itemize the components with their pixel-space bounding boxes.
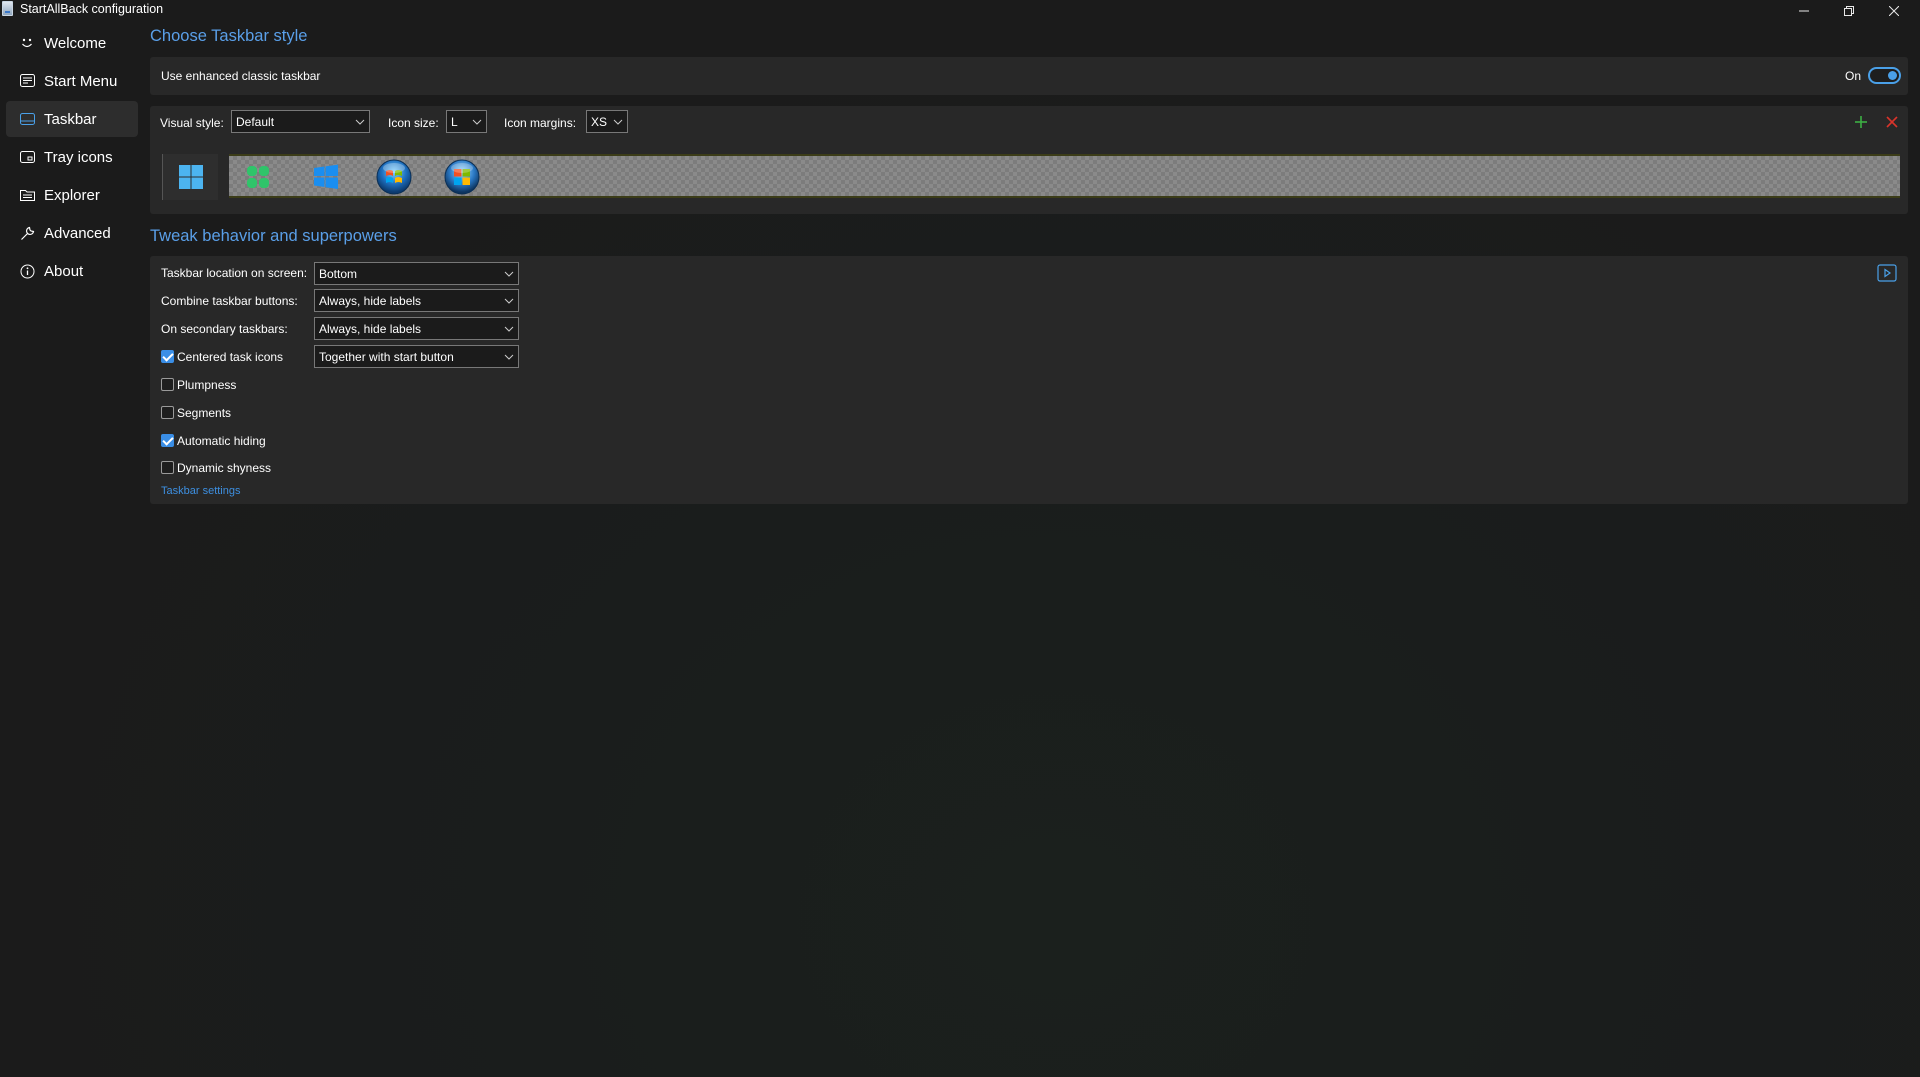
icon-margins-label: Icon margins: [504, 116, 577, 130]
style-option-clover[interactable] [230, 154, 286, 200]
segments-checkbox[interactable] [161, 406, 174, 419]
sidebar-item-label: Explorer [44, 186, 100, 204]
enhanced-taskbar-label: Use enhanced classic taskbar [161, 69, 321, 83]
icon-size-select[interactable]: L [446, 110, 487, 133]
visual-style-value: Default [236, 115, 275, 129]
centered-icons-checkbox[interactable] [161, 350, 174, 363]
vista-orb-icon [444, 159, 480, 195]
smile-icon [19, 35, 35, 51]
minimize-button[interactable] [1781, 0, 1827, 22]
enhanced-taskbar-card: Use enhanced classic taskbar On [150, 57, 1908, 95]
icon-margins-value: XS [591, 115, 608, 129]
chevron-down-icon [504, 326, 514, 332]
sidebar-item-label: Tray icons [44, 148, 113, 166]
plumpness-checkbox[interactable] [161, 378, 174, 391]
sidebar-item-label: Welcome [44, 34, 107, 52]
wrench-icon [19, 225, 35, 241]
sidebar-item-about[interactable]: About [6, 253, 138, 289]
toggle-state-label: On [1845, 69, 1862, 83]
taskbar-settings-link[interactable]: Taskbar settings [161, 485, 240, 497]
enhanced-taskbar-toggle[interactable] [1868, 67, 1901, 84]
segments-label: Segments [177, 406, 232, 420]
clover-logo-icon [247, 166, 269, 188]
centered-icons-label: Centered task icons [177, 350, 284, 364]
sidebar-item-label: Taskbar [44, 110, 97, 128]
start-menu-icon [19, 73, 35, 89]
app-window: StartAllBack configuration Welcome Start… [0, 0, 1920, 1077]
centered-icons-select[interactable]: Together with start button [314, 345, 519, 368]
close-button[interactable] [1871, 0, 1917, 22]
app-icon [2, 1, 13, 16]
icon-size-value: L [451, 115, 458, 129]
secondary-taskbars-select[interactable]: Always, hide labels [314, 317, 519, 340]
window-title: StartAllBack configuration [20, 2, 164, 16]
style-option-windows11[interactable] [162, 154, 218, 200]
sidebar-item-label: About [44, 262, 84, 280]
taskbar-style-preview [162, 148, 1900, 204]
close-icon [1889, 6, 1899, 16]
restore-icon [1844, 6, 1854, 16]
combine-buttons-label: Combine taskbar buttons: [161, 294, 298, 308]
chevron-down-icon [504, 271, 514, 277]
plumpness-label: Plumpness [177, 378, 237, 392]
chevron-down-icon [613, 119, 623, 125]
remove-icon[interactable] [1884, 114, 1900, 130]
section-title-taskbar-style: Choose Taskbar style [150, 27, 308, 45]
explorer-icon [19, 187, 35, 203]
windows7-orb-icon [376, 159, 412, 195]
visual-style-select[interactable]: Default [231, 110, 370, 133]
taskbar-location-select[interactable]: Bottom [314, 262, 519, 285]
style-option-windows7[interactable] [366, 154, 422, 200]
sidebar: Welcome Start Menu Taskbar Tray icons Ex… [6, 25, 138, 291]
chevron-down-icon [504, 354, 514, 360]
sidebar-item-taskbar[interactable]: Taskbar [6, 101, 138, 137]
icon-margins-select[interactable]: XS [586, 110, 628, 133]
section-title-tweaks: Tweak behavior and superpowers [150, 227, 397, 245]
taskbar-location-value: Bottom [319, 267, 358, 281]
style-option-vista[interactable] [434, 154, 490, 200]
title-bar: StartAllBack configuration [0, 0, 1920, 20]
icon-size-label: Icon size: [388, 116, 439, 130]
sidebar-item-label: Advanced [44, 224, 111, 242]
chevron-down-icon [472, 119, 482, 125]
visual-style-label: Visual style: [160, 116, 224, 130]
centered-icons-value: Together with start button [319, 350, 454, 364]
taskbar-icon [19, 111, 35, 127]
dynamic-shyness-checkbox[interactable] [161, 461, 174, 474]
automatic-hiding-checkbox[interactable] [161, 434, 174, 447]
add-icon[interactable] [1853, 114, 1869, 130]
automatic-hiding-label: Automatic hiding [177, 434, 266, 448]
tweaks-card: Taskbar location on screen: Bottom Combi… [150, 256, 1908, 504]
sidebar-item-welcome[interactable]: Welcome [6, 25, 138, 61]
combine-buttons-select[interactable]: Always, hide labels [314, 289, 519, 312]
sidebar-item-advanced[interactable]: Advanced [6, 215, 138, 251]
windows11-logo-icon [178, 165, 203, 189]
sidebar-item-start-menu[interactable]: Start Menu [6, 63, 138, 99]
chevron-down-icon [355, 119, 365, 125]
sidebar-item-tray-icons[interactable]: Tray icons [6, 139, 138, 175]
minimize-icon [1799, 10, 1809, 12]
chevron-down-icon [504, 298, 514, 304]
combine-buttons-value: Always, hide labels [319, 294, 422, 308]
taskbar-location-label: Taskbar location on screen: [161, 266, 308, 280]
windows10-logo-icon [314, 164, 338, 189]
secondary-taskbars-label: On secondary taskbars: [161, 322, 288, 336]
sidebar-item-label: Start Menu [44, 72, 118, 90]
style-option-windows10[interactable] [298, 154, 354, 200]
dynamic-shyness-label: Dynamic shyness [177, 461, 272, 475]
visual-style-card: Visual style: Default Icon size: L Icon … [150, 106, 1908, 214]
video-icon[interactable] [1877, 264, 1897, 282]
restore-button[interactable] [1826, 0, 1872, 22]
tray-icon [19, 149, 35, 165]
info-icon [19, 263, 35, 279]
secondary-taskbars-value: Always, hide labels [319, 322, 422, 336]
sidebar-item-explorer[interactable]: Explorer [6, 177, 138, 213]
